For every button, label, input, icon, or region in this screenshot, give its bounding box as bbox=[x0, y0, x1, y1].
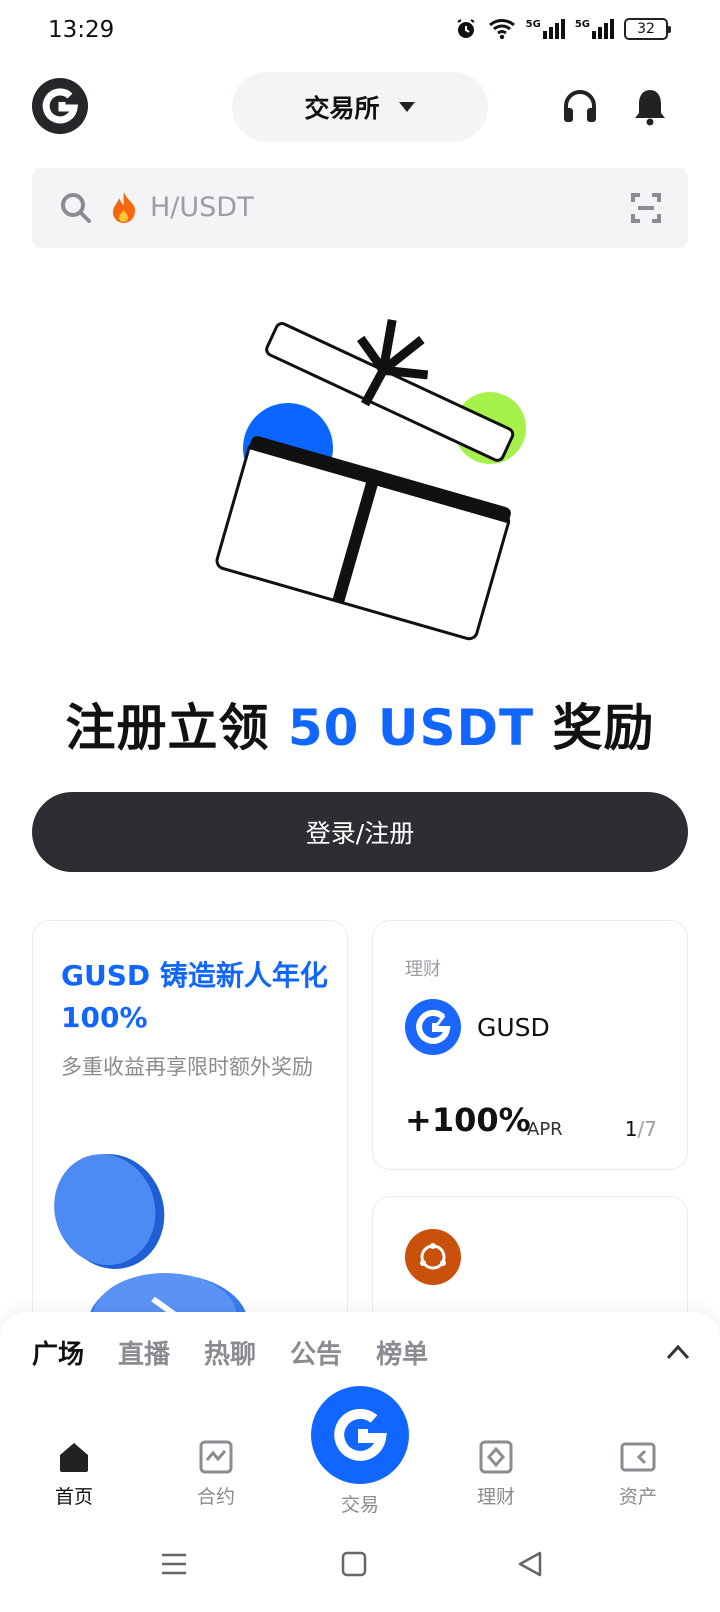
nav-earn-label: 理财 bbox=[476, 1486, 515, 1508]
nav-futures[interactable]: 合约 bbox=[166, 1440, 266, 1509]
network-type-1: 5G bbox=[525, 19, 541, 30]
tab-hot-chat[interactable]: 热聊 bbox=[204, 1334, 256, 1371]
earn-card-coin-name: GUSD bbox=[477, 1013, 550, 1042]
battery-icon: 32 bbox=[624, 18, 671, 40]
search-icon bbox=[61, 193, 91, 223]
tab-live[interactable]: 直播 bbox=[118, 1334, 170, 1371]
promo-card-title: GUSD 铸造新人年化 100% bbox=[61, 959, 328, 1034]
promo-card-subtitle: 多重收益再享限时额外奖励 bbox=[61, 1055, 313, 1079]
system-back-icon[interactable] bbox=[516, 1550, 544, 1578]
headset-icon[interactable] bbox=[560, 86, 600, 126]
system-home-icon[interactable] bbox=[340, 1550, 368, 1578]
wifi-icon bbox=[488, 19, 515, 40]
trade-logo-icon bbox=[334, 1408, 387, 1461]
pager-total: /7 bbox=[637, 1117, 657, 1141]
system-menu-icon[interactable] bbox=[160, 1550, 188, 1578]
nav-assets-label: 资产 bbox=[618, 1486, 657, 1508]
hero-title-prefix: 注册立领 bbox=[65, 699, 270, 757]
home-icon bbox=[60, 1443, 88, 1472]
futures-chart-icon bbox=[199, 1440, 233, 1474]
login-register-button[interactable]: 登录/注册 bbox=[32, 792, 688, 872]
feed-tabs: 广场 直播 热聊 公告 榜单 bbox=[32, 1334, 428, 1371]
earn-card-pager: 1/7 bbox=[625, 1117, 657, 1141]
signal-icon-2: 5G bbox=[575, 19, 614, 39]
tab-announcements[interactable]: 公告 bbox=[290, 1334, 342, 1371]
signal-icon: 5G bbox=[526, 19, 565, 39]
nav-home[interactable]: 首页 bbox=[24, 1440, 124, 1509]
search-input[interactable]: H/USDT bbox=[150, 192, 254, 223]
token-coin-icon bbox=[405, 1229, 461, 1285]
tab-rankings[interactable]: 榜单 bbox=[376, 1334, 428, 1371]
gusd-coin-icon bbox=[405, 999, 461, 1055]
trade-fab-button[interactable] bbox=[311, 1386, 409, 1484]
status-bar: 13:29 5G 5G 32 bbox=[0, 0, 720, 64]
bell-icon[interactable] bbox=[630, 86, 670, 126]
hero-title-accent: 50 USDT bbox=[287, 699, 535, 757]
wallet-icon bbox=[620, 1442, 656, 1472]
pager-current: 1 bbox=[624, 1117, 638, 1141]
earn-card-tag: 理财 bbox=[405, 959, 441, 980]
earn-card-apr-label: APR bbox=[527, 1119, 563, 1140]
app-logo-icon[interactable] bbox=[32, 78, 88, 134]
nav-futures-label: 合约 bbox=[196, 1486, 235, 1508]
exchange-tab-label: 交易所 bbox=[304, 94, 380, 123]
chevron-down-icon bbox=[398, 102, 415, 112]
nav-assets[interactable]: 资产 bbox=[588, 1440, 688, 1509]
earn-product-card[interactable]: 理财 GUSD +100% APR 1/7 bbox=[372, 920, 688, 1170]
gusd-promo-card[interactable]: GUSD 铸造新人年化 100% 多重收益再享限时额外奖励 bbox=[32, 920, 348, 1340]
hero-title: 注册立领 50 USDT 奖励 bbox=[0, 688, 720, 760]
earn-icon bbox=[479, 1440, 513, 1474]
nav-trade-label: 交易 bbox=[340, 1494, 379, 1516]
fire-icon bbox=[113, 192, 136, 223]
battery-level: 32 bbox=[637, 21, 655, 37]
nav-earn[interactable]: 理财 bbox=[446, 1440, 546, 1509]
tab-square[interactable]: 广场 bbox=[32, 1334, 84, 1371]
network-type-2: 5G bbox=[574, 19, 590, 30]
gift-box-illustration bbox=[215, 319, 526, 641]
earn-card-apr-value: +100% bbox=[405, 1101, 531, 1139]
scan-icon[interactable] bbox=[630, 192, 662, 224]
search-bar[interactable]: H/USDT bbox=[32, 168, 688, 248]
exchange-tab[interactable]: 交易所 bbox=[232, 72, 488, 142]
alarm-icon bbox=[457, 19, 475, 38]
status-time: 13:29 bbox=[48, 17, 115, 43]
chevron-up-icon[interactable] bbox=[666, 1344, 690, 1360]
nav-home-label: 首页 bbox=[54, 1486, 93, 1508]
hero-title-suffix: 奖励 bbox=[552, 699, 655, 757]
